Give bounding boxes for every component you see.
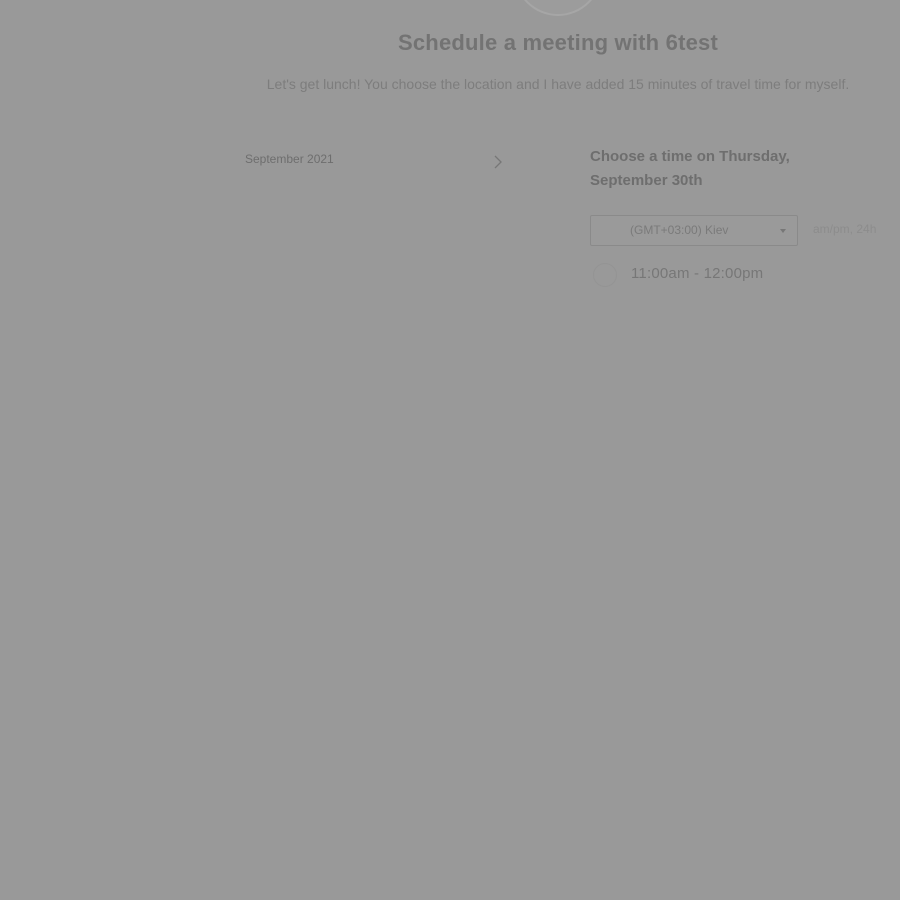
time-slot-radio[interactable] — [593, 263, 617, 287]
caret-down-icon — [780, 229, 786, 233]
time-slot[interactable]: 11:00am - 12:00pm — [590, 263, 890, 287]
timezone-value: (GMT+03:00) Kiev — [630, 223, 729, 237]
page-title: Schedule a meeting with 6test — [398, 30, 718, 55]
page-subtitle: Let's get lunch! You choose the location… — [266, 76, 850, 92]
time-slot-label: 11:00am - 12:00pm — [631, 265, 764, 282]
time-panel-heading: Choose a time on Thursday, September 30t… — [590, 148, 790, 189]
chevron-right-icon — [494, 155, 502, 169]
time-format-toggle[interactable]: am/pm, 24h — [813, 222, 876, 236]
avatar — [514, 0, 602, 16]
next-month-button[interactable] — [491, 154, 505, 170]
calendar-month-label: September 2021 — [245, 152, 334, 166]
timezone-row: (GMT+03:00) Kiev am/pm, 24h — [590, 215, 890, 246]
booking-page: Schedule a meeting with 6test Let's get … — [0, 0, 900, 900]
time-panel: Choose a time on Thursday, September 30t… — [590, 145, 890, 287]
timezone-select[interactable]: (GMT+03:00) Kiev — [590, 215, 798, 246]
